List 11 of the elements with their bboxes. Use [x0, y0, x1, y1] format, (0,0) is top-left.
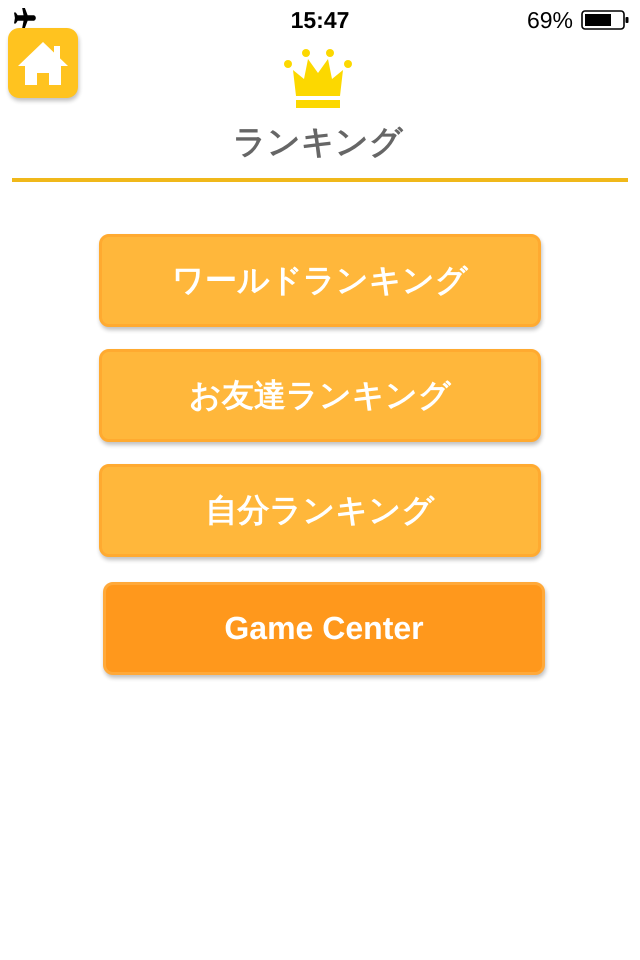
game-center-button[interactable]: Game Center	[103, 582, 545, 675]
battery-icon	[581, 10, 629, 30]
battery-percent: 69%	[526, 6, 573, 34]
ranking-button[interactable]: お友達ランキング	[99, 349, 541, 442]
ranking-button[interactable]: ワールドランキング	[99, 234, 541, 327]
ranking-button[interactable]: 自分ランキング	[99, 464, 541, 557]
home-icon	[18, 41, 68, 85]
page-title: ランキング	[233, 122, 403, 162]
status-time: 15:47	[290, 6, 350, 34]
home-button[interactable]	[8, 28, 78, 98]
airplane-icon	[12, 8, 36, 28]
